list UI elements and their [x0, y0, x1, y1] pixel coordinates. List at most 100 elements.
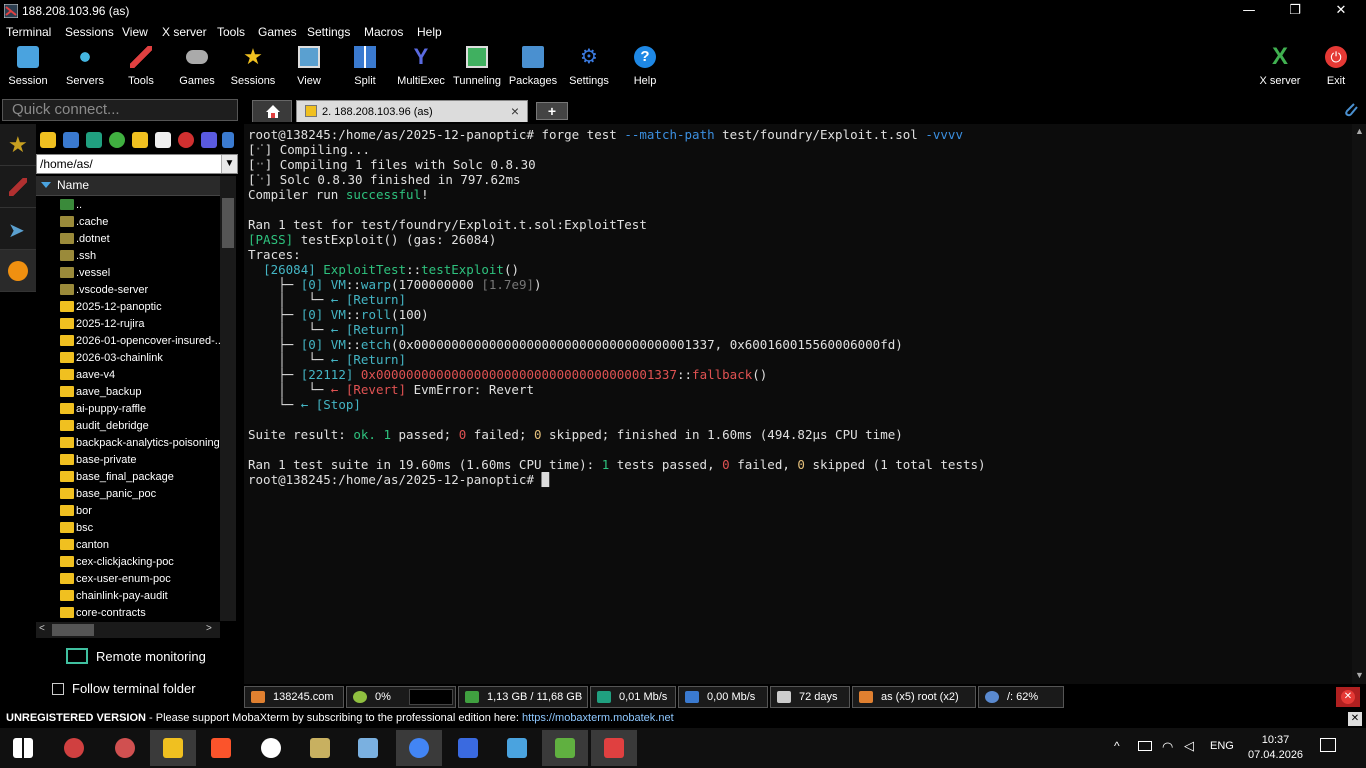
tools-sidetab[interactable]	[0, 166, 36, 208]
notifications-icon[interactable]	[1320, 738, 1336, 752]
scroll-down-icon[interactable]: ▼	[1355, 670, 1364, 680]
file-list-item[interactable]: 2025-12-rujira	[36, 316, 222, 333]
name-column-header[interactable]: Name	[36, 176, 222, 196]
file-list-item[interactable]: cex-user-enum-poc	[36, 571, 222, 588]
file-list-item[interactable]: bor	[36, 503, 222, 520]
download-icon[interactable]	[63, 132, 79, 148]
taskbar-app[interactable]	[0, 730, 46, 766]
file-list-item[interactable]: .ssh	[36, 248, 222, 265]
split-button[interactable]: Split	[337, 42, 393, 96]
session-button[interactable]: Session	[0, 42, 56, 96]
file-list-item[interactable]: base-private	[36, 452, 222, 469]
menu-macros[interactable]: Macros	[364, 25, 403, 39]
mobatek-link[interactable]: https://mobaxterm.mobatek.net	[522, 712, 674, 724]
open-folder-icon[interactable]	[40, 132, 56, 148]
file-list-item[interactable]: aave-v4	[36, 367, 222, 384]
menu-sessions[interactable]: Sessions	[65, 25, 114, 39]
scroll-thumb[interactable]	[52, 624, 94, 636]
clock[interactable]: 10:37 07.04.2026	[1248, 733, 1303, 763]
file-list-item[interactable]: .vscode-server	[36, 282, 222, 299]
paperclip-icon[interactable]	[1342, 100, 1360, 120]
battery-icon[interactable]	[1138, 741, 1152, 751]
scroll-left-icon[interactable]: <	[39, 623, 45, 634]
taskbar-app[interactable]	[396, 730, 442, 766]
scroll-up-icon[interactable]: ▲	[1355, 126, 1364, 136]
tunneling-button[interactable]: Tunneling	[449, 42, 505, 96]
menu-x-server[interactable]: X server	[162, 25, 207, 39]
help-button[interactable]: ? Help	[617, 42, 673, 96]
wifi-icon[interactable]: ◠	[1162, 739, 1173, 755]
file-list-item[interactable]: canton	[36, 537, 222, 554]
quick-connect-input[interactable]: Quick connect...	[2, 99, 238, 121]
new-folder-icon[interactable]	[132, 132, 148, 148]
tab-session-2[interactable]: 2. 188.208.103.96 (as) ×	[296, 100, 528, 122]
remote-monitoring-button[interactable]: Remote monitoring	[66, 648, 206, 664]
taskbar-app[interactable]	[297, 730, 343, 766]
scroll-thumb[interactable]	[222, 198, 234, 248]
rename-icon[interactable]	[201, 132, 217, 148]
path-field[interactable]: /home/as/ ▼	[36, 154, 238, 174]
servers-button[interactable]: Servers	[57, 42, 113, 96]
close-session-button[interactable]: ✕	[1336, 687, 1360, 707]
taskbar-app[interactable]	[51, 730, 97, 766]
menu-view[interactable]: View	[122, 25, 148, 39]
follow-terminal-folder-checkbox[interactable]: Follow terminal folder	[52, 681, 196, 696]
tools-button[interactable]: Tools	[113, 42, 169, 96]
menu-tools[interactable]: Tools	[217, 25, 245, 39]
taskbar-app[interactable]	[345, 730, 391, 766]
x-server-button[interactable]: XX server	[1252, 42, 1308, 96]
file-list-item[interactable]: aave_backup	[36, 384, 222, 401]
terminal-scrollbar[interactable]: ▲ ▼	[1352, 124, 1366, 684]
file-list-item[interactable]: backpack-analytics-poisoning	[36, 435, 222, 452]
volume-icon[interactable]: ◁	[1184, 738, 1194, 754]
file-list-item[interactable]: ..	[36, 197, 222, 214]
file-list-item[interactable]: 2025-12-panoptic	[36, 299, 222, 316]
view-button[interactable]: View	[281, 42, 337, 96]
settings-button[interactable]: ⚙ Settings	[561, 42, 617, 96]
home-tab[interactable]	[252, 100, 292, 122]
taskbar-app[interactable]	[102, 730, 148, 766]
file-list-item[interactable]: audit_debridge	[36, 418, 222, 435]
show-hidden-icons-icon[interactable]: ^	[1114, 739, 1120, 753]
sessions-button[interactable]: ★ Sessions	[225, 42, 281, 96]
file-list-item[interactable]: 2026-01-opencover-insured-...	[36, 333, 222, 350]
taskbar-app[interactable]	[445, 730, 491, 766]
file-list-item[interactable]: bsc	[36, 520, 222, 537]
file-list-item[interactable]: 2026-03-chainlink	[36, 350, 222, 367]
upload-icon[interactable]	[86, 132, 102, 148]
tab-close-icon[interactable]: ×	[511, 103, 519, 119]
close-button[interactable]: ✕	[1318, 0, 1364, 22]
file-list-item[interactable]: core-contracts	[36, 605, 222, 621]
file-list-item[interactable]: .cache	[36, 214, 222, 231]
menu-games[interactable]: Games	[258, 25, 297, 39]
packages-button[interactable]: Packages	[505, 42, 561, 96]
multiexec-button[interactable]: Y MultiExec	[393, 42, 449, 96]
file-list-item[interactable]: chainlink-pay-audit	[36, 588, 222, 605]
macros-sidetab[interactable]: ➤	[0, 208, 36, 250]
banner-close-icon[interactable]: ✕	[1348, 712, 1362, 726]
taskbar-app[interactable]	[591, 730, 637, 766]
more-tools-icon[interactable]	[222, 132, 234, 148]
sftp-sidetab[interactable]	[0, 250, 36, 292]
file-list-item[interactable]: cex-clickjacking-poc	[36, 554, 222, 571]
file-list-vertical-scrollbar[interactable]	[220, 176, 236, 621]
menu-help[interactable]: Help	[417, 25, 442, 39]
taskbar-app[interactable]	[150, 730, 196, 766]
chevron-down-icon[interactable]: ▼	[221, 155, 237, 173]
taskbar-app[interactable]	[494, 730, 540, 766]
scroll-right-icon[interactable]: >	[206, 623, 212, 634]
file-list-item[interactable]: .dotnet	[36, 231, 222, 248]
terminal-output[interactable]: root@138245:/home/as/2025-12-panoptic# f…	[244, 124, 1352, 684]
taskbar-app[interactable]	[542, 730, 588, 766]
taskbar-app[interactable]	[248, 730, 294, 766]
menu-terminal[interactable]: Terminal	[6, 25, 51, 39]
exit-button[interactable]: ⏻ Exit	[1308, 42, 1364, 96]
file-list-item[interactable]: .vessel	[36, 265, 222, 282]
delete-icon[interactable]	[178, 132, 194, 148]
maximize-button[interactable]: ❐	[1272, 0, 1318, 22]
sessions-sidetab[interactable]: ★	[0, 124, 36, 166]
menu-settings[interactable]: Settings	[307, 25, 350, 39]
file-list-horizontal-scrollbar[interactable]: < >	[36, 622, 220, 638]
games-button[interactable]: Games	[169, 42, 225, 96]
minimize-button[interactable]: —	[1226, 0, 1272, 22]
